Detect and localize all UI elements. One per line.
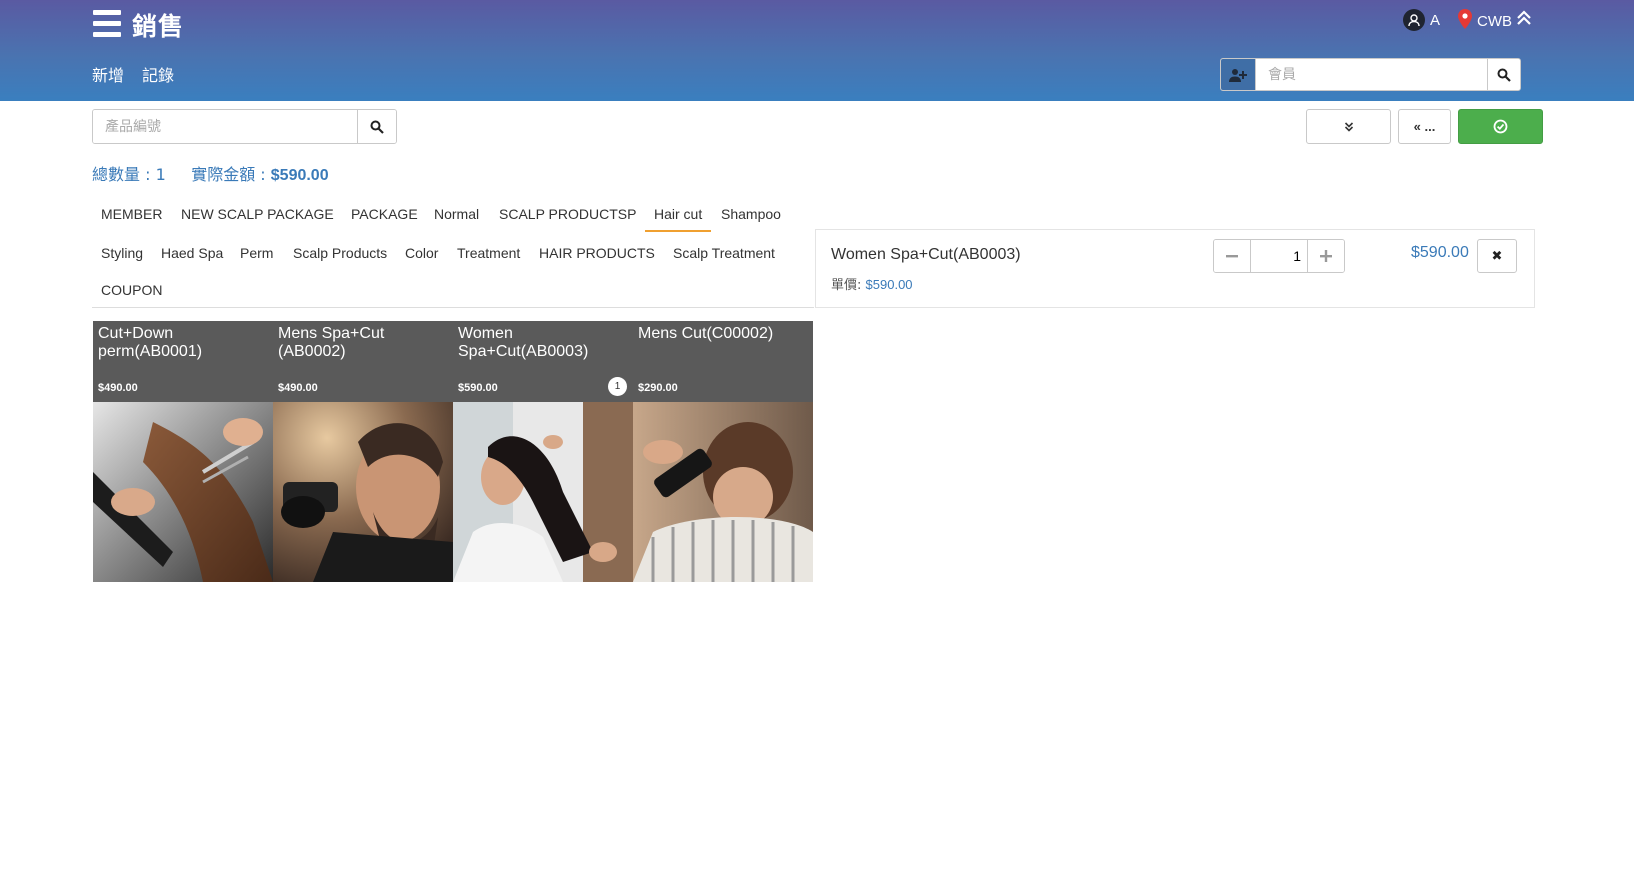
product-price: $490.00 [98, 382, 138, 394]
product-price: $490.00 [278, 382, 318, 394]
tab-perm[interactable]: Perm [231, 235, 282, 271]
product-price: $590.00 [458, 382, 498, 394]
product-name: Mens Cut(C00002) [638, 325, 774, 342]
chevron-double-up-icon[interactable] [1516, 10, 1532, 31]
product-image [453, 402, 633, 582]
total-quantity: 總數量 : 1 [92, 165, 166, 184]
user-name: A [1430, 11, 1441, 29]
nav-records[interactable]: 記錄 [142, 62, 174, 86]
amount-label: 實際金額 : [191, 165, 266, 184]
tab-hair-cut[interactable]: Hair cut [645, 196, 712, 232]
cart-item-name: Women Spa+Cut(AB0003) [831, 246, 1021, 263]
app-header: 銷售 A CWB 新增 記錄 [0, 0, 1634, 101]
member-search [1220, 58, 1521, 91]
location-selector[interactable]: CWB [1458, 9, 1512, 33]
member-search-button[interactable] [1487, 59, 1520, 90]
product-grid: Cut+Down perm(AB0001) $490.00 Mens Spa+C… [93, 321, 813, 582]
member-input[interactable] [1256, 59, 1487, 90]
amount-value: $590.00 [270, 167, 329, 184]
user-icon [1403, 9, 1425, 31]
product-image [93, 402, 273, 582]
search-icon [370, 120, 384, 134]
quantity-input[interactable] [1251, 240, 1307, 272]
tab-normal[interactable]: Normal [425, 196, 488, 232]
confirm-button[interactable] [1458, 109, 1543, 144]
product-image [633, 402, 813, 582]
category-tabs: MEMBER NEW SCALP PACKAGE PACKAGE Normal … [92, 196, 814, 308]
tab-haed-spa[interactable]: Haed Spa [152, 235, 232, 271]
product-code-input[interactable] [93, 110, 357, 143]
remove-item-button[interactable]: ✖ [1477, 239, 1517, 273]
product-tile-header: Mens Spa+Cut (AB0002) $490.00 [273, 321, 453, 402]
plus-icon [1320, 250, 1332, 262]
quantity-stepper [1213, 239, 1345, 273]
cart-unit-price: 單價: $590.00 [831, 274, 913, 293]
cart-line-total: $590.00 [1411, 244, 1469, 261]
decrease-quantity-button[interactable] [1214, 240, 1251, 272]
tab-scalp-products[interactable]: Scalp Products [284, 235, 396, 271]
tab-scalp-productsp[interactable]: SCALP PRODUCTSP [490, 196, 645, 232]
tab-new-scalp-package[interactable]: NEW SCALP PACKAGE [172, 196, 343, 232]
product-tile[interactable]: Cut+Down perm(AB0001) $490.00 [93, 321, 273, 582]
user-menu[interactable]: A [1403, 9, 1440, 31]
product-name: Women Spa+Cut(AB0003) [458, 325, 589, 360]
tab-styling[interactable]: Styling [92, 235, 152, 271]
product-tile[interactable]: Mens Spa+Cut (AB0002) $490.00 [273, 321, 453, 582]
increase-quantity-button[interactable] [1307, 240, 1344, 272]
expand-button[interactable] [1306, 109, 1391, 144]
chevron-double-down-icon [1344, 121, 1353, 132]
product-search-button[interactable] [357, 110, 396, 143]
cart-panel: Women Spa+Cut(AB0003) 單價: $590.00 $590.0… [815, 229, 1535, 308]
tab-member[interactable]: MEMBER [92, 196, 171, 232]
map-pin-icon [1458, 9, 1472, 33]
product-price: $290.00 [638, 382, 678, 394]
add-member-icon[interactable] [1221, 59, 1256, 90]
back-button[interactable]: « ... [1398, 109, 1451, 144]
header-nav: 新增 記錄 [92, 62, 174, 86]
product-tile-header: Mens Cut(C00002) $290.00 [633, 321, 813, 402]
product-name: Cut+Down perm(AB0001) [98, 325, 203, 360]
tab-scalp-treatment[interactable]: Scalp Treatment [664, 235, 784, 271]
product-tile-header: Cut+Down perm(AB0001) $490.00 [93, 321, 273, 402]
nav-new[interactable]: 新增 [92, 62, 124, 86]
tab-treatment[interactable]: Treatment [448, 235, 529, 271]
tab-color[interactable]: Color [396, 235, 447, 271]
product-search [92, 109, 397, 144]
menu-icon[interactable] [93, 10, 121, 38]
search-icon [1497, 68, 1511, 82]
page-title: 銷售 [132, 12, 185, 41]
tab-hair-products[interactable]: HAIR PRODUCTS [530, 235, 664, 271]
product-image [273, 402, 453, 582]
tab-package[interactable]: PACKAGE [342, 196, 427, 232]
product-tile[interactable]: Mens Cut(C00002) $290.00 [633, 321, 813, 582]
check-circle-icon [1493, 119, 1508, 134]
tab-coupon[interactable]: COUPON [92, 272, 171, 308]
tab-shampoo[interactable]: Shampoo [712, 196, 790, 232]
product-tile[interactable]: Women Spa+Cut(AB0003) $590.00 1 [453, 321, 633, 582]
product-name: Mens Spa+Cut (AB0002) [278, 325, 385, 360]
minus-icon [1226, 255, 1238, 258]
unit-price-value: $590.00 [865, 277, 913, 292]
order-summary: 總數量 : 1 實際金額 : $590.00 [92, 161, 329, 185]
location-label: CWB [1477, 12, 1512, 30]
product-tile-header: Women Spa+Cut(AB0003) $590.00 1 [453, 321, 633, 402]
cart-count-badge: 1 [608, 377, 627, 396]
unit-price-label: 單價: [831, 278, 862, 293]
